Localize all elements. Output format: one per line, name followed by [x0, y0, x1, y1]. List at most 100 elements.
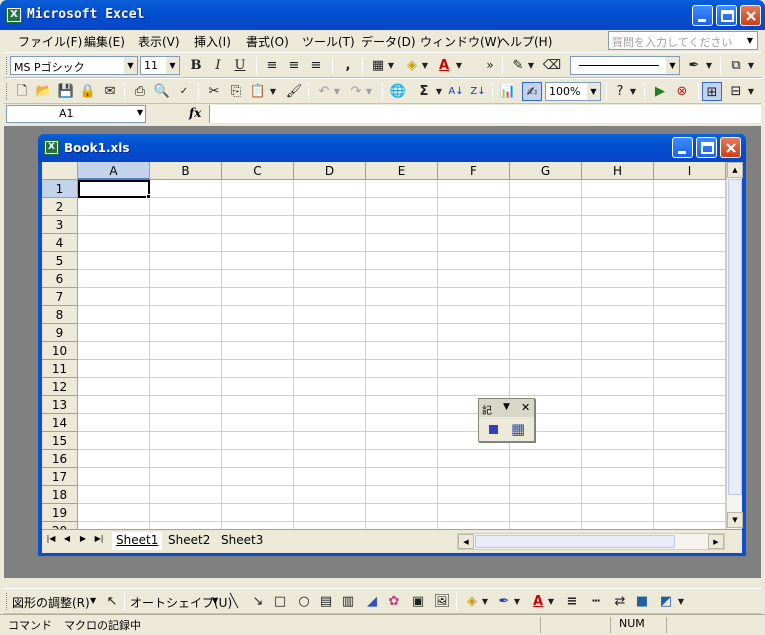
zoom-select[interactable]: 100% ▼ — [545, 82, 601, 101]
line-color-icon[interactable]: ✒ — [684, 56, 704, 75]
new-file-icon[interactable]: 🗋 — [12, 82, 32, 101]
menu-file[interactable]: ファイル(F) — [18, 33, 82, 50]
horizontal-scrollbar[interactable]: ◀ ▶ — [457, 533, 725, 550]
menu-format[interactable]: 書式(O) — [246, 33, 289, 50]
chevron-down-icon[interactable]: ▼ — [434, 82, 444, 101]
select-objects-icon[interactable]: ↖ — [102, 592, 122, 611]
chevron-down-icon[interactable]: ▼ — [746, 82, 756, 101]
row-header-14[interactable]: 14 — [42, 414, 78, 432]
row-header-13[interactable]: 13 — [42, 396, 78, 414]
column-header-i[interactable]: I — [654, 162, 726, 180]
align-center-icon[interactable]: ≡ — [284, 56, 304, 75]
sheet-tab-sheet1[interactable]: Sheet1 — [112, 532, 163, 550]
toolbar-grip[interactable] — [6, 57, 9, 74]
stop-recording-icon[interactable] — [489, 425, 498, 434]
chevron-down-icon[interactable]: ▼ — [526, 56, 536, 75]
chevron-down-icon[interactable]: ▼ — [587, 83, 600, 100]
vertical-scroll-thumb[interactable] — [728, 179, 742, 495]
redo-icon[interactable]: ↷ — [346, 82, 366, 101]
chevron-down-icon[interactable]: ▼ — [124, 57, 137, 74]
border-options-icon[interactable]: ⧉ — [726, 56, 746, 75]
row-header-10[interactable]: 10 — [42, 342, 78, 360]
autosum-button[interactable]: Σ — [414, 82, 434, 101]
row-header-9[interactable]: 9 — [42, 324, 78, 342]
open-folder-icon[interactable]: 📂 — [34, 82, 54, 101]
chevron-down-icon[interactable]: ▼ — [386, 56, 396, 75]
next-sheet-icon[interactable]: ▶ — [76, 534, 90, 543]
help-question-input[interactable]: 質問を入力してください ▼ — [608, 31, 758, 50]
chevron-down-icon[interactable]: ▼ — [704, 56, 714, 75]
permission-icon[interactable]: 🔒 — [78, 82, 98, 101]
workbook-titlebar[interactable]: X Book1.xls — [38, 134, 746, 162]
chevron-down-icon[interactable]: ▼ — [744, 33, 756, 48]
chevron-down-icon[interactable]: ▼ — [364, 82, 374, 101]
workbook-minimize-button[interactable] — [672, 137, 693, 158]
insert-function-button[interactable]: fx — [189, 106, 201, 120]
relative-reference-icon[interactable]: ▦ — [511, 420, 525, 438]
name-box[interactable]: A1 ▼ — [6, 105, 146, 123]
comma-style-button[interactable]: , — [338, 56, 358, 75]
fill-color-icon[interactable]: ◈ — [402, 56, 422, 75]
line-style-select[interactable]: ▼ — [570, 56, 680, 75]
menu-tools[interactable]: ツール(T) — [302, 33, 355, 50]
column-header-g[interactable]: G — [510, 162, 582, 180]
row-header-11[interactable]: 11 — [42, 360, 78, 378]
chevron-down-icon[interactable]: ▼ — [666, 57, 679, 74]
line-style-icon[interactable]: ≡ — [562, 592, 582, 611]
menu-help[interactable]: ヘルプ(H) — [498, 33, 552, 50]
row-header-18[interactable]: 18 — [42, 486, 78, 504]
workbook-close-button[interactable] — [720, 137, 741, 158]
draw-menu-button[interactable]: 図形の調整(R) — [12, 594, 90, 611]
column-header-e[interactable]: E — [366, 162, 438, 180]
chevron-down-icon[interactable]: ▼ — [480, 592, 490, 611]
wordart-icon[interactable]: ▥ — [338, 592, 358, 611]
menu-view[interactable]: 表示(V) — [138, 33, 180, 50]
sort-ascending-icon[interactable]: A↓ — [446, 82, 466, 101]
chevron-down-icon[interactable]: ▼ — [212, 596, 218, 605]
email-icon[interactable]: ✉ — [100, 82, 120, 101]
split-window-icon[interactable]: ⊟ — [726, 82, 746, 101]
row-header-12[interactable]: 12 — [42, 378, 78, 396]
chevron-down-icon[interactable]: ▼ — [332, 82, 342, 101]
fill-handle[interactable] — [146, 194, 151, 199]
bold-button[interactable]: B — [186, 56, 206, 75]
align-right-icon[interactable]: ≡ — [306, 56, 326, 75]
select-all-button[interactable] — [42, 162, 78, 180]
row-header-5[interactable]: 5 — [42, 252, 78, 270]
3d-style-icon[interactable]: ◩ — [656, 592, 676, 611]
vertical-scrollbar[interactable]: ▲ ▼ — [726, 162, 743, 529]
align-left-icon[interactable]: ≡ — [262, 56, 282, 75]
scroll-left-icon[interactable]: ◀ — [458, 534, 474, 549]
sort-descending-icon[interactable]: Z↓ — [468, 82, 488, 101]
sheet-tab-sheet2[interactable]: Sheet2 — [164, 532, 214, 550]
column-header-h[interactable]: H — [582, 162, 654, 180]
cut-icon[interactable]: ✂ — [204, 82, 224, 101]
hyperlink-icon[interactable]: 🌐 — [388, 82, 408, 101]
scroll-down-icon[interactable]: ▼ — [727, 512, 743, 528]
workbook-icon[interactable]: X — [44, 140, 59, 155]
row-header-15[interactable]: 15 — [42, 432, 78, 450]
column-header-a[interactable]: A — [78, 162, 150, 180]
minimize-button[interactable] — [692, 5, 713, 26]
chevron-down-icon[interactable]: ▼ — [420, 56, 430, 75]
borders-icon[interactable]: ▦ — [368, 56, 388, 75]
underline-button[interactable]: U — [230, 56, 250, 75]
menu-insert[interactable]: 挿入(I) — [194, 33, 231, 50]
picture-icon[interactable]: ▣ — [408, 592, 428, 611]
row-header-1[interactable]: 1 — [42, 180, 78, 198]
line-color-icon[interactable]: ✒ — [494, 592, 514, 611]
stop-recording-toolbar[interactable]: 記 ▼ ✕ ▦ — [478, 398, 535, 442]
copy-icon[interactable]: ⎘ — [226, 82, 246, 101]
print-icon[interactable]: ⎙ — [130, 82, 150, 101]
clipart-icon[interactable]: ✿ — [384, 592, 404, 611]
sheet-tab-sheet3[interactable]: Sheet3 — [217, 532, 267, 550]
close-icon[interactable]: ✕ — [521, 401, 530, 414]
scroll-right-icon[interactable]: ▶ — [708, 534, 724, 549]
spelling-icon[interactable]: ✓ — [174, 82, 194, 101]
chevron-down-icon[interactable]: ▼ — [512, 592, 522, 611]
prev-sheet-icon[interactable]: ◀ — [60, 534, 74, 543]
font-name-select[interactable]: MS Pゴシック ▼ — [10, 56, 138, 75]
active-cell-a1[interactable] — [78, 180, 150, 198]
line-icon[interactable]: ╲ — [224, 592, 244, 611]
text-box-icon[interactable]: ▤ — [316, 592, 336, 611]
